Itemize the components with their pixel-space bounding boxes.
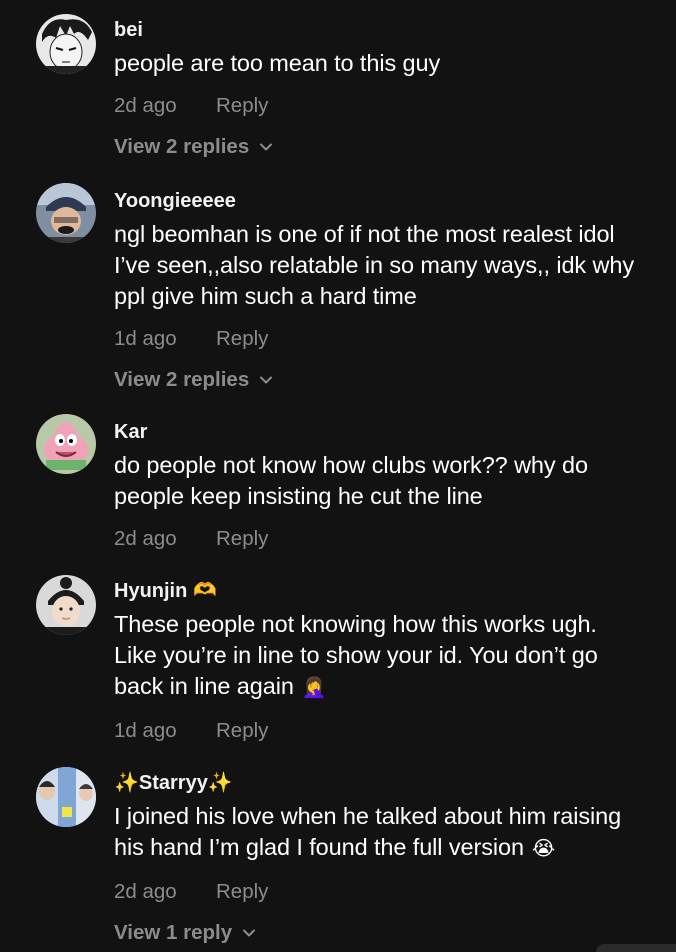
comment-username[interactable]: Yoongieeeee: [114, 189, 668, 213]
scroll-edge: [596, 944, 676, 952]
comment-body: Hyunjin 🫶 These people not knowing how t…: [114, 579, 668, 744]
comment-username[interactable]: ✨Starryy✨: [114, 771, 668, 795]
comment-text-line: back in line again 🤦‍♀️: [114, 671, 668, 704]
reply-button[interactable]: Reply: [216, 719, 268, 743]
crying-face-icon: 😭: [531, 838, 556, 860]
avatar-collage-icon: [36, 767, 96, 827]
comment-body: ✨Starryy✨ I joined his love when he talk…: [114, 771, 668, 946]
comment-text: do people not know how clubs work?? why …: [114, 450, 668, 512]
comment-time: 1d ago: [114, 327, 177, 350]
comment-text: These people not knowing how this works …: [114, 609, 668, 704]
comment-body: Yoongieeeee ngl beomhan is one of if not…: [114, 189, 668, 393]
comment-meta: 1d ago Reply: [114, 718, 668, 744]
avatar-cartoon-star-icon: [36, 414, 96, 474]
comment-time: 2d ago: [114, 527, 177, 550]
comment-text: ngl beomhan is one of if not the most re…: [114, 219, 668, 312]
view-replies-button[interactable]: View 1 reply: [114, 920, 668, 946]
view-replies-label: View 2 replies: [114, 135, 250, 158]
avatar-manga-boy-icon: [36, 14, 96, 74]
comment-text-line: Like you’re in line to show your id. You…: [114, 642, 598, 668]
comment-body: bei people are too mean to this guy 2d a…: [114, 18, 668, 160]
comment-text-line: These people not knowing how this works …: [114, 611, 597, 637]
comment-text-line: his hand I’m glad I found the full versi…: [114, 832, 668, 865]
comment-meta: 2d ago Reply: [114, 93, 668, 119]
reply-button[interactable]: Reply: [216, 327, 268, 351]
facepalm-icon: 🤦‍♀️: [301, 677, 327, 699]
comment-body: Kar do people not know how clubs work?? …: [114, 420, 668, 552]
avatar[interactable]: [36, 575, 96, 635]
avatar[interactable]: [36, 414, 96, 474]
reply-button[interactable]: Reply: [216, 527, 268, 551]
comment-username[interactable]: Hyunjin 🫶: [114, 579, 668, 603]
comment-text-line: I’ve seen,,also relatable in so many way…: [114, 252, 634, 278]
comment-text-segment: his hand I’m glad I found the full versi…: [114, 834, 524, 860]
comment-text-line: do people not know how clubs work?? why …: [114, 452, 588, 478]
username-text: Kar: [114, 421, 148, 443]
comment-meta: 1d ago Reply: [114, 326, 668, 352]
avatar-person-beanie-icon: [36, 575, 96, 635]
view-replies-button[interactable]: View 2 replies: [114, 367, 668, 393]
heart-hands-icon: 🫶: [193, 580, 218, 601]
comment-text: I joined his love when he talked about h…: [114, 801, 668, 865]
comment-text-line: I joined his love when he talked about h…: [114, 803, 622, 829]
comment-text-line: people are too mean to this guy: [114, 50, 441, 76]
comment-text-line: people keep insisting he cut the line: [114, 483, 483, 509]
username-text: ✨Starryy✨: [114, 772, 233, 794]
comment-text: people are too mean to this guy: [114, 48, 668, 79]
comment-username[interactable]: bei: [114, 18, 668, 42]
avatar-person-cap-icon: [36, 183, 96, 243]
comment-text-segment: back in line again: [114, 673, 294, 699]
comment-username[interactable]: Kar: [114, 420, 668, 444]
username-text: Hyunjin: [114, 580, 188, 602]
comment-meta: 2d ago Reply: [114, 879, 668, 905]
username-text: Yoongieeeee: [114, 190, 236, 212]
comment-time: 2d ago: [114, 94, 177, 117]
avatar[interactable]: [36, 767, 96, 827]
chevron-down-icon: [243, 929, 256, 937]
comment-time: 2d ago: [114, 880, 177, 903]
chevron-down-icon: [260, 143, 273, 151]
comment-text-line: ppl give him such a hard time: [114, 283, 417, 309]
username-text: bei: [114, 19, 143, 41]
view-replies-button[interactable]: View 2 replies: [114, 134, 668, 160]
reply-button[interactable]: Reply: [216, 94, 268, 118]
avatar[interactable]: [36, 14, 96, 74]
chevron-down-icon: [260, 376, 273, 384]
view-replies-label: View 2 replies: [114, 368, 250, 391]
comment-time: 1d ago: [114, 719, 177, 742]
comment-text-line: ngl beomhan is one of if not the most re…: [114, 221, 615, 247]
reply-button[interactable]: Reply: [216, 880, 268, 904]
view-replies-label: View 1 reply: [114, 921, 233, 944]
avatar[interactable]: [36, 183, 96, 243]
comment-meta: 2d ago Reply: [114, 526, 668, 552]
